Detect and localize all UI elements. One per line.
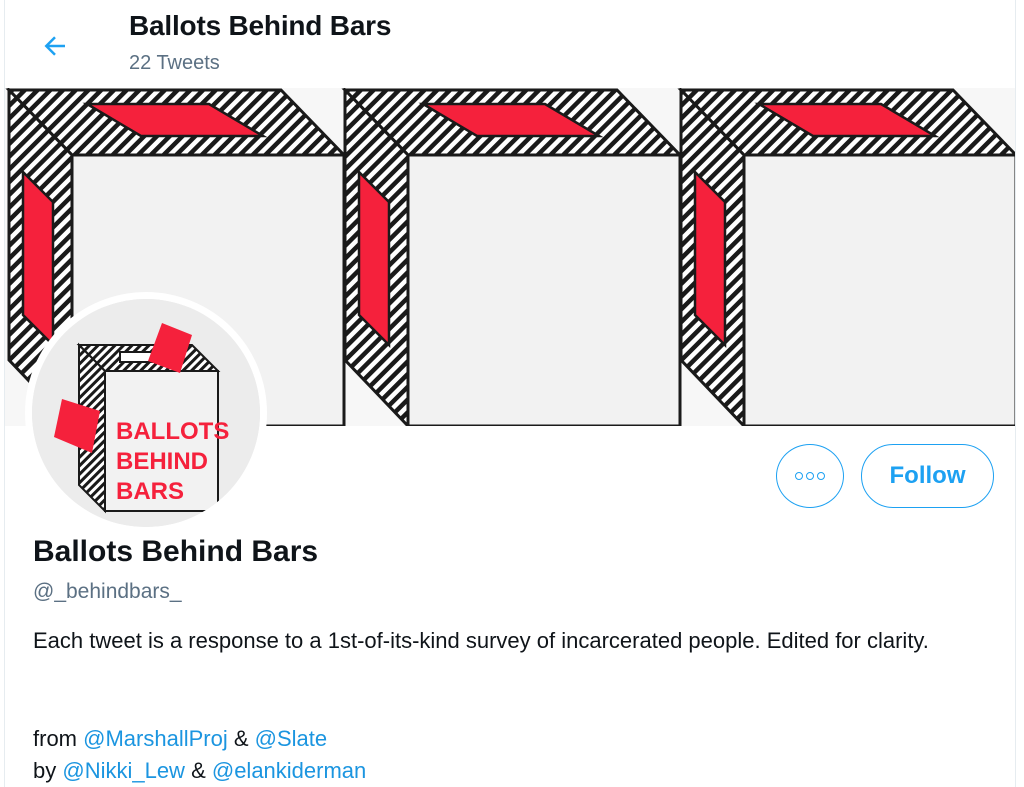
from-prefix: from (33, 726, 84, 751)
profile-handle: @_behindbars_ (33, 580, 182, 603)
more-horizontal-icon (817, 472, 825, 480)
avatar[interactable]: BALLOTS BEHIND BARS (25, 292, 267, 534)
profile-page: Ballots Behind Bars 22 Tweets BALLOTS BE… (4, 0, 1016, 787)
avatar-logo: BALLOTS BEHIND BARS (32, 299, 260, 527)
profile-name: Ballots Behind Bars (33, 535, 319, 568)
follow-button[interactable]: Follow (861, 444, 994, 508)
profile-bio: Each tweet is a response to a 1st-of-its… (33, 628, 929, 653)
profile-header-bar: Ballots Behind Bars 22 Tweets (5, 0, 1015, 88)
more-options-button[interactable] (776, 444, 844, 508)
ballot-box-2 (343, 88, 682, 426)
logo-text-line-3: BARS (116, 478, 184, 505)
link-slate[interactable]: @Slate (255, 726, 327, 751)
from-separator: & (227, 726, 255, 751)
arrow-left-icon (44, 36, 65, 56)
bio-by-line: by @Nikki_Lew & @elankiderman (33, 758, 366, 784)
logo-text-line-2: BEHIND (116, 448, 208, 475)
link-elankiderman[interactable]: @elankiderman (212, 758, 366, 783)
more-horizontal-icon (806, 472, 814, 480)
bio-from-line: from @MarshallProj & @Slate (33, 726, 327, 752)
ballot-box-logo-icon: BALLOTS BEHIND BARS (32, 299, 260, 527)
back-button[interactable] (33, 24, 77, 68)
logo-text-line-1: BALLOTS (116, 418, 229, 445)
by-separator: & (184, 758, 212, 783)
by-prefix: by (33, 758, 63, 783)
link-marshallproj[interactable]: @MarshallProj (83, 726, 228, 751)
ballot-box-3 (679, 88, 1015, 426)
header-title: Ballots Behind Bars (129, 10, 392, 41)
link-nikki-lew[interactable]: @Nikki_Lew (62, 758, 185, 783)
tweet-count: 22 Tweets (129, 52, 220, 74)
more-horizontal-icon (795, 472, 803, 480)
